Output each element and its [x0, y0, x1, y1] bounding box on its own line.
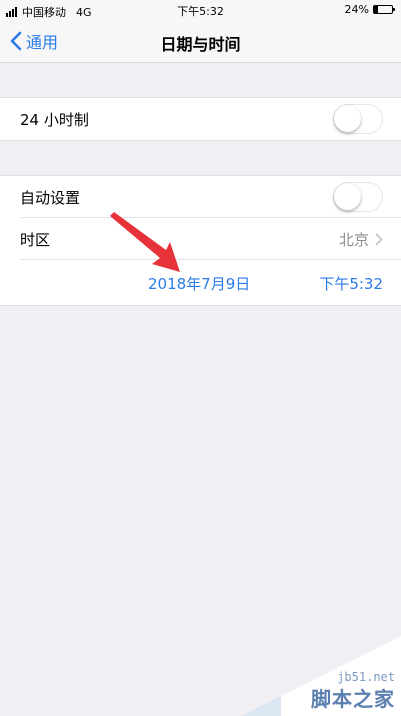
- auto-set-row: 自动设置: [0, 176, 401, 218]
- toggle-knob: [334, 105, 361, 132]
- watermark-site: jb51.net: [337, 670, 395, 684]
- annotation-arrow-icon: [110, 212, 180, 272]
- auto-set-label: 自动设置: [20, 188, 81, 207]
- status-time: 下午5:32: [177, 5, 224, 18]
- chevron-right-icon: [375, 233, 383, 245]
- auto-set-toggle[interactable]: [333, 182, 383, 212]
- timezone-value: 北京: [338, 230, 369, 249]
- watermark: jb51.net 脚本之家: [241, 636, 401, 716]
- date-time-row: 2018年7月9日 下午5:32: [0, 260, 401, 305]
- timezone-row[interactable]: 时区 北京: [0, 218, 401, 260]
- page-title: 日期与时间: [160, 35, 241, 54]
- battery-percent: 24%: [344, 3, 369, 16]
- hour24-row: 24 小时制: [0, 98, 401, 140]
- navigation-bar: 通用 日期与时间: [0, 21, 401, 63]
- time-value[interactable]: 下午5:32: [319, 273, 383, 294]
- hour24-label: 24 小时制: [20, 110, 89, 129]
- battery-fill: [374, 6, 379, 13]
- datetime-group: 自动设置 时区 北京 2018年7月9日 下午5:32: [0, 175, 401, 306]
- status-bar: 中国移动 4G 下午5:32 24%: [0, 0, 401, 21]
- battery-icon: [373, 5, 395, 14]
- status-right: 24%: [344, 3, 395, 16]
- hour24-toggle[interactable]: [333, 104, 383, 134]
- hour24-group: 24 小时制: [0, 97, 401, 141]
- toggle-knob: [334, 183, 361, 210]
- watermark-name: 脚本之家: [311, 687, 395, 711]
